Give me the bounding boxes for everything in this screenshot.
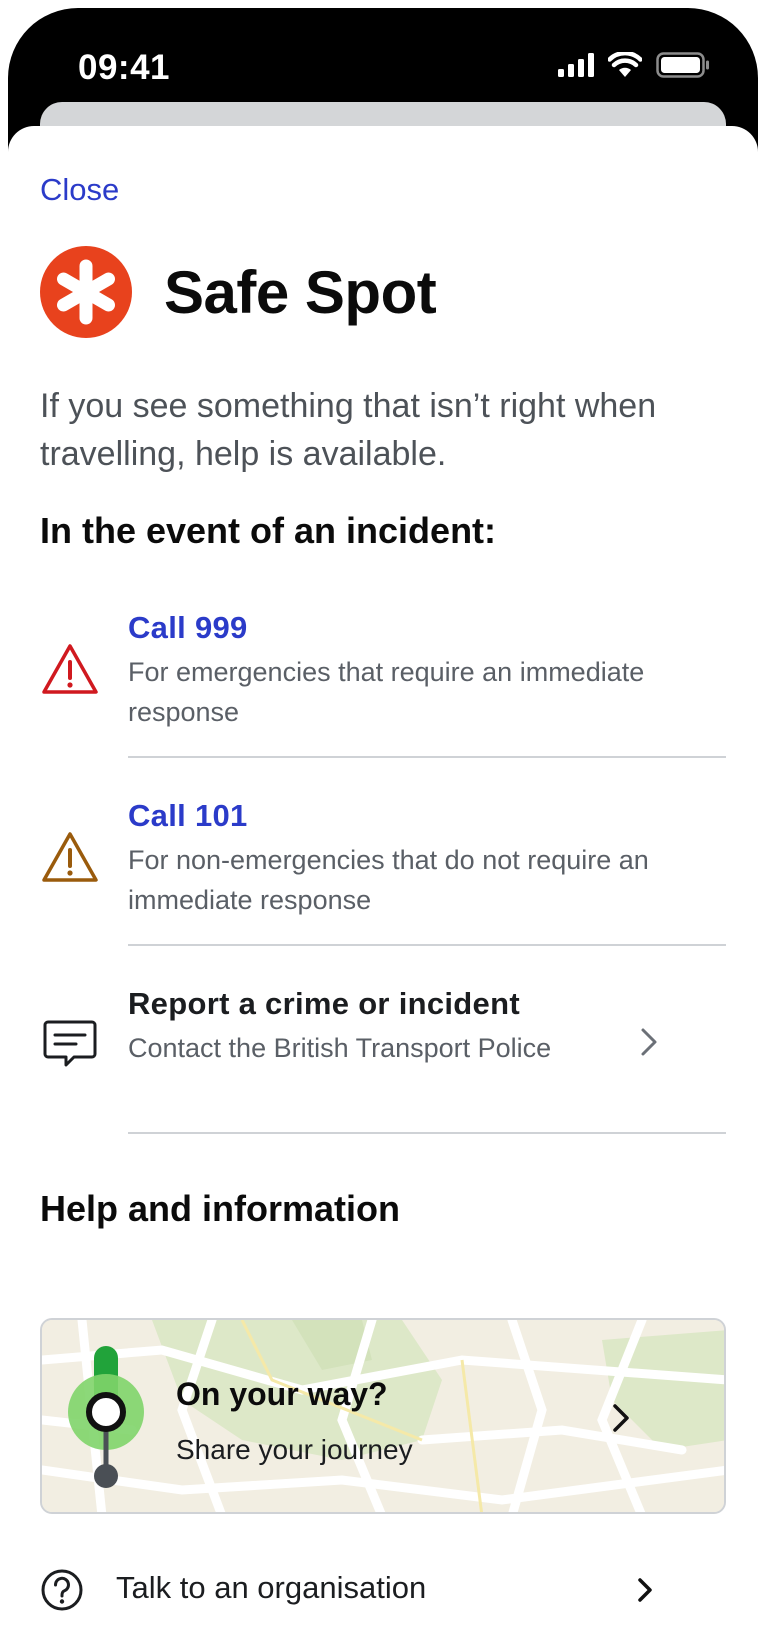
intro-text: If you see something that isn’t right wh… bbox=[40, 387, 657, 473]
chevron-right-icon bbox=[613, 1404, 629, 1432]
divider bbox=[128, 944, 726, 946]
phone-screen: 09:41 Close Safe Spot If you see somethi… bbox=[0, 0, 766, 1640]
route-marker-icon bbox=[68, 1346, 144, 1488]
call-999-item[interactable]: Call 999 For emergencies that require an… bbox=[40, 604, 726, 754]
report-crime-title: Report a crime or incident bbox=[128, 986, 520, 1021]
call-101-title: Call 101 bbox=[128, 798, 248, 833]
talk-to-organisation-label: Talk to an organisation bbox=[116, 1570, 427, 1605]
journey-card-subtitle: Share your journey bbox=[176, 1434, 413, 1465]
chevron-right-icon bbox=[641, 1028, 657, 1056]
warning-triangle-icon bbox=[42, 644, 98, 694]
status-icons bbox=[558, 52, 710, 78]
incident-heading: In the event of an incident: bbox=[40, 510, 497, 551]
call-101-item[interactable]: Call 101 For non-emergencies that do not… bbox=[40, 792, 726, 942]
help-heading: Help and information bbox=[40, 1188, 400, 1229]
report-crime-item[interactable]: Report a crime or incident Contact the B… bbox=[40, 980, 726, 1130]
journey-card-title: On your way? bbox=[176, 1376, 388, 1412]
question-circle-icon bbox=[41, 1569, 83, 1611]
status-time: 09:41 bbox=[78, 48, 171, 87]
cellular-signal-icon bbox=[558, 53, 594, 77]
asterisk-logo-icon bbox=[40, 246, 132, 338]
chevron-right-icon bbox=[638, 1578, 652, 1602]
warning-triangle-icon bbox=[42, 832, 98, 882]
close-button[interactable]: Close bbox=[40, 172, 119, 208]
page-title: Safe Spot bbox=[164, 258, 437, 326]
talk-to-organisation-item[interactable]: Talk to an organisation bbox=[40, 1560, 726, 1620]
message-icon bbox=[43, 1020, 97, 1067]
call-999-description: For emergencies that require an immediat… bbox=[128, 657, 645, 727]
call-101-description: For non-emergencies that do not require … bbox=[128, 845, 649, 915]
title-row: Safe Spot bbox=[40, 246, 437, 338]
divider bbox=[128, 756, 726, 758]
battery-icon bbox=[656, 52, 710, 78]
call-999-title: Call 999 bbox=[128, 610, 248, 645]
divider bbox=[128, 1132, 726, 1134]
share-journey-card[interactable]: On your way? Share your journey bbox=[40, 1318, 726, 1514]
wifi-icon bbox=[608, 52, 642, 78]
report-crime-description: Contact the British Transport Police bbox=[128, 1033, 552, 1063]
